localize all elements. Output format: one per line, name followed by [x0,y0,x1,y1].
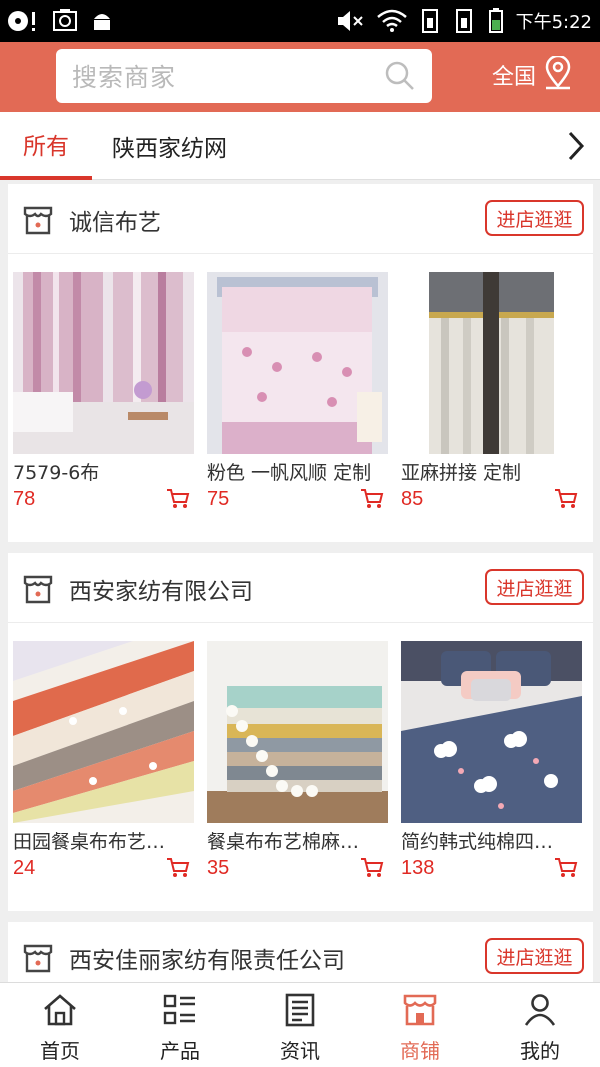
add-to-cart-icon[interactable] [360,488,384,514]
product-list-icon [162,993,198,1031]
visit-shop-button[interactable]: 进店逛逛 [485,938,584,974]
nav-news[interactable]: 资讯 [240,983,360,1067]
nav-home[interactable]: 首页 [0,983,120,1067]
nav-label: 首页 [40,1039,80,1063]
shop-card: 西安佳丽家纺有限责任公司 进店逛逛 [8,922,593,982]
add-to-cart-icon[interactable] [554,857,578,883]
shop-header: 诚信布艺 进店逛逛 [8,184,593,254]
product-card[interactable]: 粉色 一帆风顺 定制 75 [207,272,388,512]
store-icon [402,993,438,1031]
nav-profile[interactable]: 我的 [480,983,600,1067]
search-input[interactable]: 搜索商家 [56,49,432,103]
search-placeholder: 搜索商家 [72,63,177,92]
bottom-navigation: 首页 产品 资讯 商铺 我的 [0,982,600,1067]
product-image[interactable] [13,272,194,454]
product-name: 田园餐桌布布艺… [13,831,166,853]
screenshot-icon [52,9,78,33]
product-card[interactable]: 简约韩式纯棉四… 138 [401,641,582,881]
shop-name: 西安佳丽家纺有限责任公司 [69,948,345,974]
search-icon[interactable] [384,60,416,96]
visit-shop-button[interactable]: 进店逛逛 [485,200,584,236]
product-name: 亚麻拼接 定制 [401,462,522,484]
store-icon [22,204,54,240]
shop-name: 西安家纺有限公司 [69,579,253,605]
sim1-icon [420,8,442,34]
mute-icon [336,9,364,33]
region-selector[interactable]: 全国 [492,54,574,94]
product-card[interactable]: 亚麻拼接 定制 85 [401,272,582,512]
shop-header: 西安佳丽家纺有限责任公司 进店逛逛 [8,922,593,982]
product-card[interactable]: 7579-6布 78 [13,272,194,512]
chevron-right-icon[interactable] [562,130,590,166]
home-icon [42,993,78,1031]
shop-card: 西安家纺有限公司 进店逛逛 田园餐桌布布艺… 24 餐桌布布艺棉麻… 35 简约… [8,553,593,911]
disc-notification-icon [6,8,40,34]
nav-products[interactable]: 产品 [120,983,240,1067]
nav-label: 我的 [520,1039,560,1063]
product-image[interactable] [401,641,582,823]
location-pin-icon [542,54,574,94]
status-bar: 下午5:22 [0,0,600,42]
clock: 下午5:22 [515,12,592,33]
product-name: 粉色 一帆风顺 定制 [207,462,372,484]
product-name: 7579-6布 [13,462,100,484]
app-header: 搜索商家 全国 [0,42,600,112]
tab-shaanxi-textile[interactable]: 陕西家纺网 [112,112,227,180]
tab-all[interactable]: 所有 [0,112,92,180]
add-to-cart-icon[interactable] [554,488,578,514]
category-tabs: 所有 陕西家纺网 [0,112,600,180]
battery-icon [488,8,504,34]
store-icon [22,573,54,609]
visit-shop-button[interactable]: 进店逛逛 [485,569,584,605]
product-list: 田园餐桌布布艺… 24 餐桌布布艺棉麻… 35 简约韩式纯棉四… 138 [8,623,593,913]
user-icon [522,993,558,1031]
add-to-cart-icon[interactable] [166,488,190,514]
product-name: 餐桌布布艺棉麻… [207,831,360,853]
sim2-icon [454,8,476,34]
product-image[interactable] [13,641,194,823]
nav-label: 资讯 [280,1039,320,1063]
product-image[interactable] [207,641,388,823]
nav-label: 商铺 [400,1039,440,1063]
product-image[interactable] [207,272,388,454]
product-list: 7579-6布 78 粉色 一帆风顺 定制 75 亚麻拼接 定制 85 [8,254,593,544]
product-card[interactable]: 餐桌布布艺棉麻… 35 [207,641,388,881]
product-name: 简约韩式纯棉四… [401,831,554,853]
store-icon [22,942,54,978]
nav-stores[interactable]: 商铺 [360,983,480,1067]
region-label: 全国 [492,65,537,90]
add-to-cart-icon[interactable] [166,857,190,883]
android-icon [90,9,114,33]
product-image[interactable] [401,272,582,454]
product-card[interactable]: 田园餐桌布布艺… 24 [13,641,194,881]
wifi-icon [376,9,408,33]
shop-header: 西安家纺有限公司 进店逛逛 [8,553,593,623]
shop-name: 诚信布艺 [69,210,161,236]
add-to-cart-icon[interactable] [360,857,384,883]
news-icon [282,993,318,1031]
shop-card: 诚信布艺 进店逛逛 7579-6布 78 粉色 一帆风顺 定制 75 亚麻拼接 … [8,184,593,542]
nav-label: 产品 [160,1039,200,1063]
